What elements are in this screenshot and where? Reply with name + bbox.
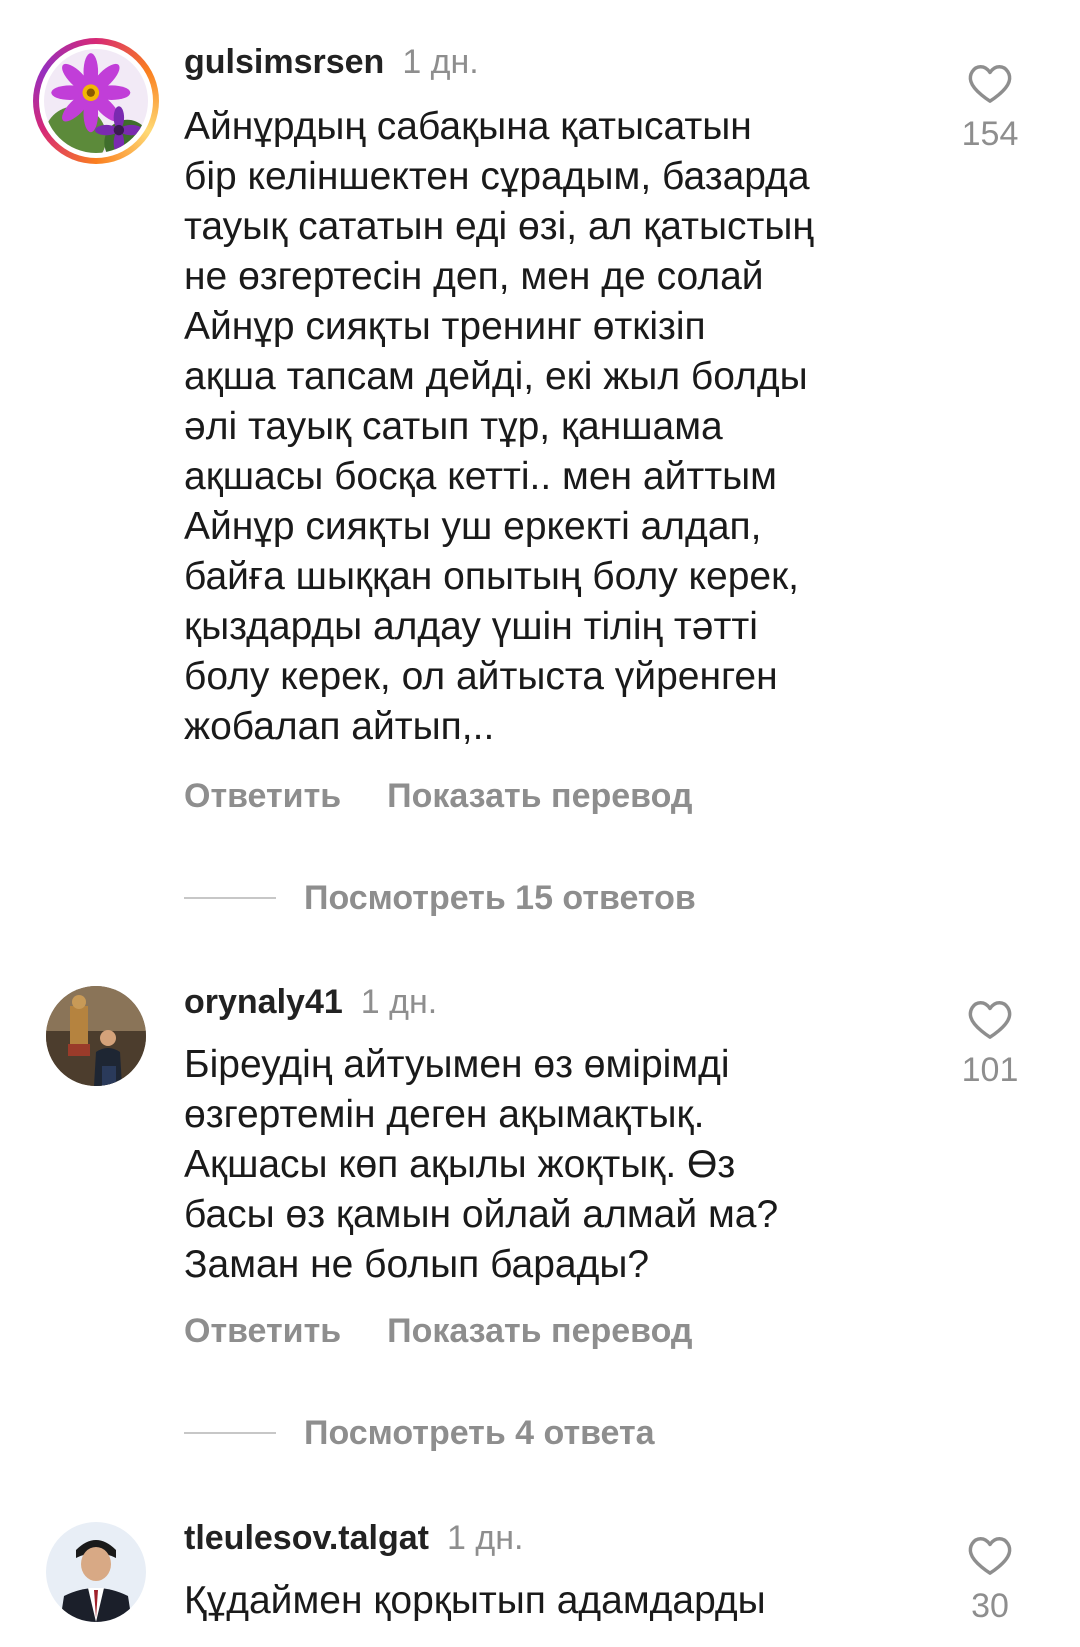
comment-text-line: Ақшасы көп ақылы жоқтық. Өз <box>184 1143 736 1186</box>
comment-actions: Ответить Показать перевод <box>184 776 693 816</box>
comment-header: gulsimsrsen 1 дн. <box>184 42 479 82</box>
heart-outline-icon[interactable] <box>967 1534 1013 1576</box>
comment-text-line: өзгертемін деген ақымақтық. <box>184 1093 705 1136</box>
comment-time: 1 дн. <box>360 983 438 1021</box>
comment-text-line: Айнұрдың сабақына қатысатын <box>184 105 752 148</box>
comment-text-line: ақша тапсам дейді, екі жыл болды <box>184 355 808 398</box>
show-translation-button[interactable]: Показать перевод <box>387 777 692 815</box>
comment-text: Біреудің айтуымен өз өмірімді өзгертемін… <box>184 1040 924 1290</box>
avatar[interactable] <box>46 1522 146 1622</box>
like-button[interactable]: 154 <box>950 62 1030 154</box>
comment-actions: Ответить Показать перевод <box>184 1311 693 1351</box>
view-replies-button[interactable]: Посмотреть 4 ответа <box>184 1413 655 1453</box>
comment-text-line: тауық сататын еді өзі, ал қатыстың <box>184 205 814 248</box>
reply-button[interactable]: Ответить <box>184 777 341 815</box>
comment-text-line: ақшасы босқа кетті.. мен айттым <box>184 455 777 498</box>
avatar[interactable] <box>46 986 146 1086</box>
comment-text-line: Құдаймен қорқытып адамдарды <box>184 1579 766 1622</box>
like-button[interactable]: 101 <box>950 998 1030 1090</box>
like-count: 154 <box>961 115 1019 153</box>
comment-text-line: Айнұр сияқты тренинг өткізіп <box>184 305 706 348</box>
comment-text-line: бір келіншектен сұрадым, базарда <box>184 155 810 198</box>
reply-button[interactable]: Ответить <box>184 1312 341 1350</box>
view-replies-label: Посмотреть 15 ответов <box>304 878 696 917</box>
like-button[interactable]: 30 <box>950 1534 1030 1626</box>
comment-time: 1 дн. <box>402 43 479 81</box>
avatar[interactable] <box>44 49 148 153</box>
avatar-story-ring[interactable] <box>33 38 159 164</box>
heart-outline-icon[interactable] <box>967 998 1013 1040</box>
like-count: 30 <box>971 1587 1009 1625</box>
comment-text-line: болу керек, ол айтыста үйренген <box>184 655 778 698</box>
comment-text: Айнұрдың сабақына қатысатын бір келіншек… <box>184 102 924 752</box>
view-replies-button[interactable]: Посмотреть 15 ответов <box>184 878 696 918</box>
comment-text-line: жобалап айтып,.. <box>184 705 495 748</box>
comment-text-line: не өзгертесін деп, мен де солай <box>184 255 764 298</box>
comment-username[interactable]: gulsimsrsen <box>184 43 384 81</box>
comment-text-line: Біреудің айтуымен өз өмірімді <box>184 1043 730 1086</box>
comment-username[interactable]: tleulesov.talgat <box>184 1519 429 1557</box>
show-translation-button[interactable]: Показать перевод <box>387 1312 692 1350</box>
comment-text-line: басы өз қамын ойлай алмай ма? <box>184 1193 779 1236</box>
comment-text-line: Айнұр сияқты уш еркекті алдап, <box>184 505 762 548</box>
comment-time: 1 дн. <box>447 1519 524 1557</box>
comment-text-line: байға шыққан опытың болу керек, <box>184 555 800 598</box>
comment-header: tleulesov.talgat 1 дн. <box>184 1518 523 1558</box>
comment-text-line: қыздарды алдау үшін тілің тәтті <box>184 605 758 648</box>
view-replies-label: Посмотреть 4 ответа <box>304 1413 655 1452</box>
comment-text-line: Заман не болып барады? <box>184 1243 650 1286</box>
replies-divider <box>184 897 276 899</box>
heart-outline-icon[interactable] <box>967 62 1013 104</box>
comment-text-line: әлі тауық сатып тұр, қаншама <box>184 405 723 448</box>
comment-text: Құдаймен қорқытып адамдарды <box>184 1576 924 1626</box>
comment-header: orynaly41 1 дн. <box>184 982 437 1022</box>
replies-divider <box>184 1432 276 1434</box>
like-count: 101 <box>961 1051 1019 1089</box>
comment-username[interactable]: orynaly41 <box>184 983 343 1021</box>
